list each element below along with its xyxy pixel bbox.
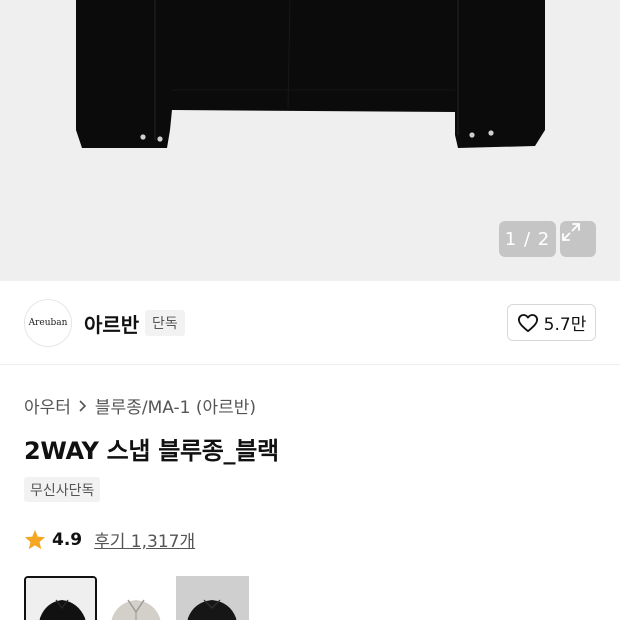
breadcrumb-item-outer[interactable]: 아우터 [24, 393, 71, 418]
product-image-gallery[interactable]: 1 / 2 [0, 0, 620, 281]
product-title: 2WAY 스냅 블루종_블랙 [24, 437, 279, 465]
brand-section: Areuban 아르반 단독 5.7만 [0, 281, 620, 365]
exclusive-badge: 단독 [145, 310, 185, 336]
star-icon [24, 529, 46, 550]
rating-row: 4.9 후기 1,317개 [24, 527, 195, 552]
breadcrumb: 아우터 블루종/MA-1 (아르반) [24, 393, 256, 418]
thumbnail-black-dark[interactable] [176, 576, 249, 620]
thumbnail-image [176, 576, 249, 620]
color-thumbnails [24, 576, 249, 620]
expand-icon [562, 223, 580, 241]
thumbnail-image [26, 578, 95, 620]
store-exclusive-badge: 무신사단독 [24, 477, 101, 502]
brand-logo[interactable]: Areuban [24, 299, 72, 347]
reviews-link[interactable]: 후기 1,317개 [94, 527, 195, 552]
brand-logo-text: Areuban [28, 318, 68, 328]
like-count: 5.7만 [543, 315, 587, 335]
heart-outline-icon [517, 313, 538, 332]
thumbnail-black[interactable] [24, 576, 97, 620]
brand-name[interactable]: 아르반 [84, 309, 139, 338]
expand-image-button[interactable] [560, 221, 596, 257]
chevron-right-icon [78, 399, 88, 413]
thumbnail-beige[interactable] [100, 576, 173, 620]
breadcrumb-item-category[interactable]: 블루종/MA-1 (아르반) [95, 393, 256, 418]
rating-score: 4.9 [52, 529, 83, 550]
thumbnail-image [100, 576, 173, 620]
like-button[interactable]: 5.7만 [507, 304, 596, 341]
image-page-counter: 1 / 2 [499, 221, 556, 257]
